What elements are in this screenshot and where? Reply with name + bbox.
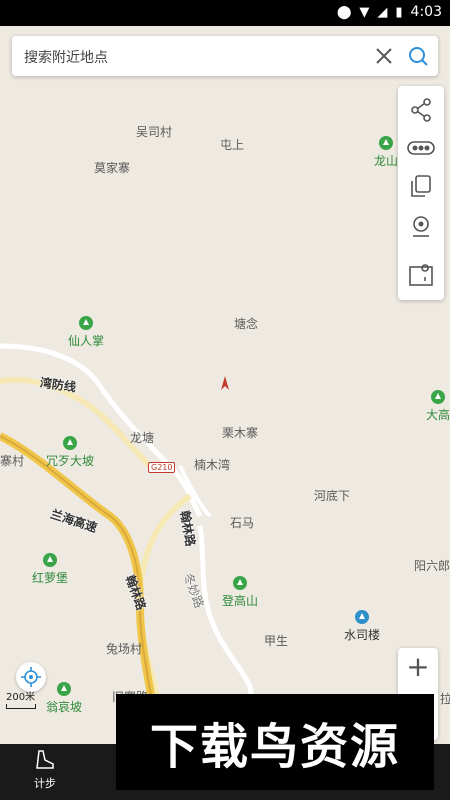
clear-icon[interactable] [372,44,396,68]
poi-rongdai[interactable]: 冗歹大坡 [46,436,94,469]
map-toolbox [398,86,444,300]
mountain-icon [431,390,445,404]
road-wanfang [0,343,203,518]
wifi-icon: ▼ [359,4,370,20]
step-counter-label: 计步 [34,777,56,790]
step-counter-button[interactable]: 计步 [24,748,66,796]
zoom-in-button[interactable]: + [398,648,438,688]
watermark-banner: 下载鸟资源 [116,694,434,790]
place-longtang: 龙塘 [130,431,155,445]
traffic-icon[interactable] [407,134,435,162]
search-icon[interactable] [406,44,430,68]
place-nanmu: 楠木湾 [194,458,231,472]
camera-icon[interactable] [407,212,435,240]
status-icons: ⬤ ▼ ◢ ▮ 4:03 [337,4,442,20]
mountain-icon [63,436,77,450]
map-marker-icon[interactable] [407,262,435,290]
signal-icon: ◢ [377,4,388,20]
mountain-icon [43,553,57,567]
mountain-icon [233,576,247,590]
place-wusi: 吴司村 [136,125,173,139]
search-bar[interactable]: 搜索附近地点 [12,36,438,76]
place-zhaicun: 寨村 [0,454,25,468]
place-la: 拉 [440,692,450,706]
place-tangnian: 塘念 [234,317,259,331]
layers-icon[interactable] [407,172,435,200]
poi-longshan[interactable]: 龙山 [374,136,398,169]
poi-dagao[interactable]: 大高 [426,390,450,423]
status-time: 4:03 [410,4,442,20]
mountain-icon [79,316,93,330]
current-position-marker [221,376,229,390]
place-hedixia: 河底下 [314,489,351,503]
mountain-icon [379,136,393,150]
building-icon [355,610,369,624]
place-tunshang: 屯上 [220,138,245,152]
scale-line [6,704,36,709]
battery-icon: ▮ [395,4,403,20]
place-tuchang: 兔场村 [106,642,143,656]
poi-xianren[interactable]: 仙人掌 [68,316,104,349]
location-icon: ⬤ [336,4,352,20]
poi-dengao[interactable]: 登高山 [222,576,258,609]
share-icon[interactable] [407,96,435,124]
road-shield-g210: G210 [148,462,176,473]
poi-hongluo[interactable]: 红萝堡 [32,553,68,586]
place-yangliu: 阳六郎 [414,559,450,573]
status-bar: ⬤ ▼ ◢ ▮ 4:03 [0,0,450,26]
place-shima: 石马 [230,516,255,530]
poi-shuisilou[interactable]: 水司楼 [344,610,380,643]
scale-bar: 200米 [6,688,36,709]
scale-label: 200米 [6,692,36,703]
place-jiasheng: 甲生 [264,634,289,648]
mountain-icon [57,682,71,696]
place-limu: 栗木寨 [222,426,259,440]
shoe-icon [36,750,54,769]
search-input[interactable]: 搜索附近地点 [24,47,108,67]
place-mojia: 莫家寨 [94,161,131,175]
poi-wengai[interactable]: 翁哀坡 [46,682,82,715]
map-canvas[interactable]: 吴司村 屯上 莫家寨 塘念 龙塘 栗木寨 楠木湾 河底下 石马 阳六郎 甲生 兔… [0,26,450,744]
